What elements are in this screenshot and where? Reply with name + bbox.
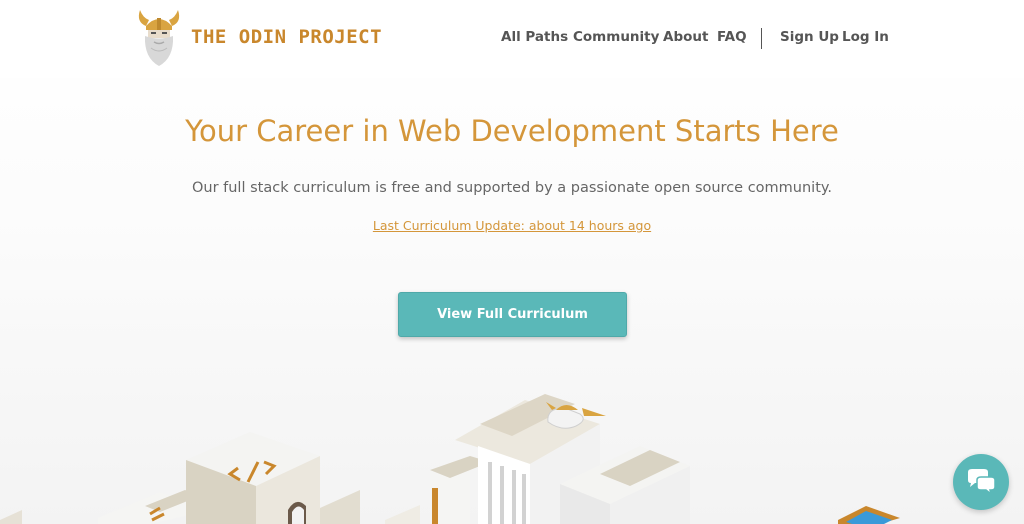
nav-divider (761, 28, 762, 49)
curriculum-update-row: Last Curriculum Update: about 14 hours a… (0, 218, 1024, 233)
hero-title: Your Career in Web Development Starts He… (185, 114, 839, 148)
chat-bubbles-icon (968, 469, 996, 496)
brand-name: THE ODIN PROJECT (191, 26, 383, 48)
isometric-city-illustration (0, 394, 900, 524)
nav-faq-link[interactable]: FAQ (717, 29, 747, 45)
curriculum-update-link[interactable]: Last Curriculum Update: about 14 hours a… (373, 218, 651, 233)
hero-subtitle: Our full stack curriculum is free and su… (191, 180, 833, 196)
nav-community-link[interactable]: Community (573, 29, 659, 45)
chat-widget-button[interactable] (953, 454, 1009, 510)
nav-log-in-link[interactable]: Log In (842, 29, 889, 45)
odin-viking-logo-icon (138, 10, 180, 66)
view-full-curriculum-button[interactable]: View Full Curriculum (398, 292, 627, 337)
nav-sign-up-link[interactable]: Sign Up (780, 29, 839, 45)
nav-all-paths-link[interactable]: All Paths (501, 29, 568, 45)
nav-about-link[interactable]: About (663, 29, 708, 45)
navbar: THE ODIN PROJECT All Paths Community Abo… (0, 0, 1024, 78)
brand-logo-link[interactable]: THE ODIN PROJECT (136, 8, 382, 68)
